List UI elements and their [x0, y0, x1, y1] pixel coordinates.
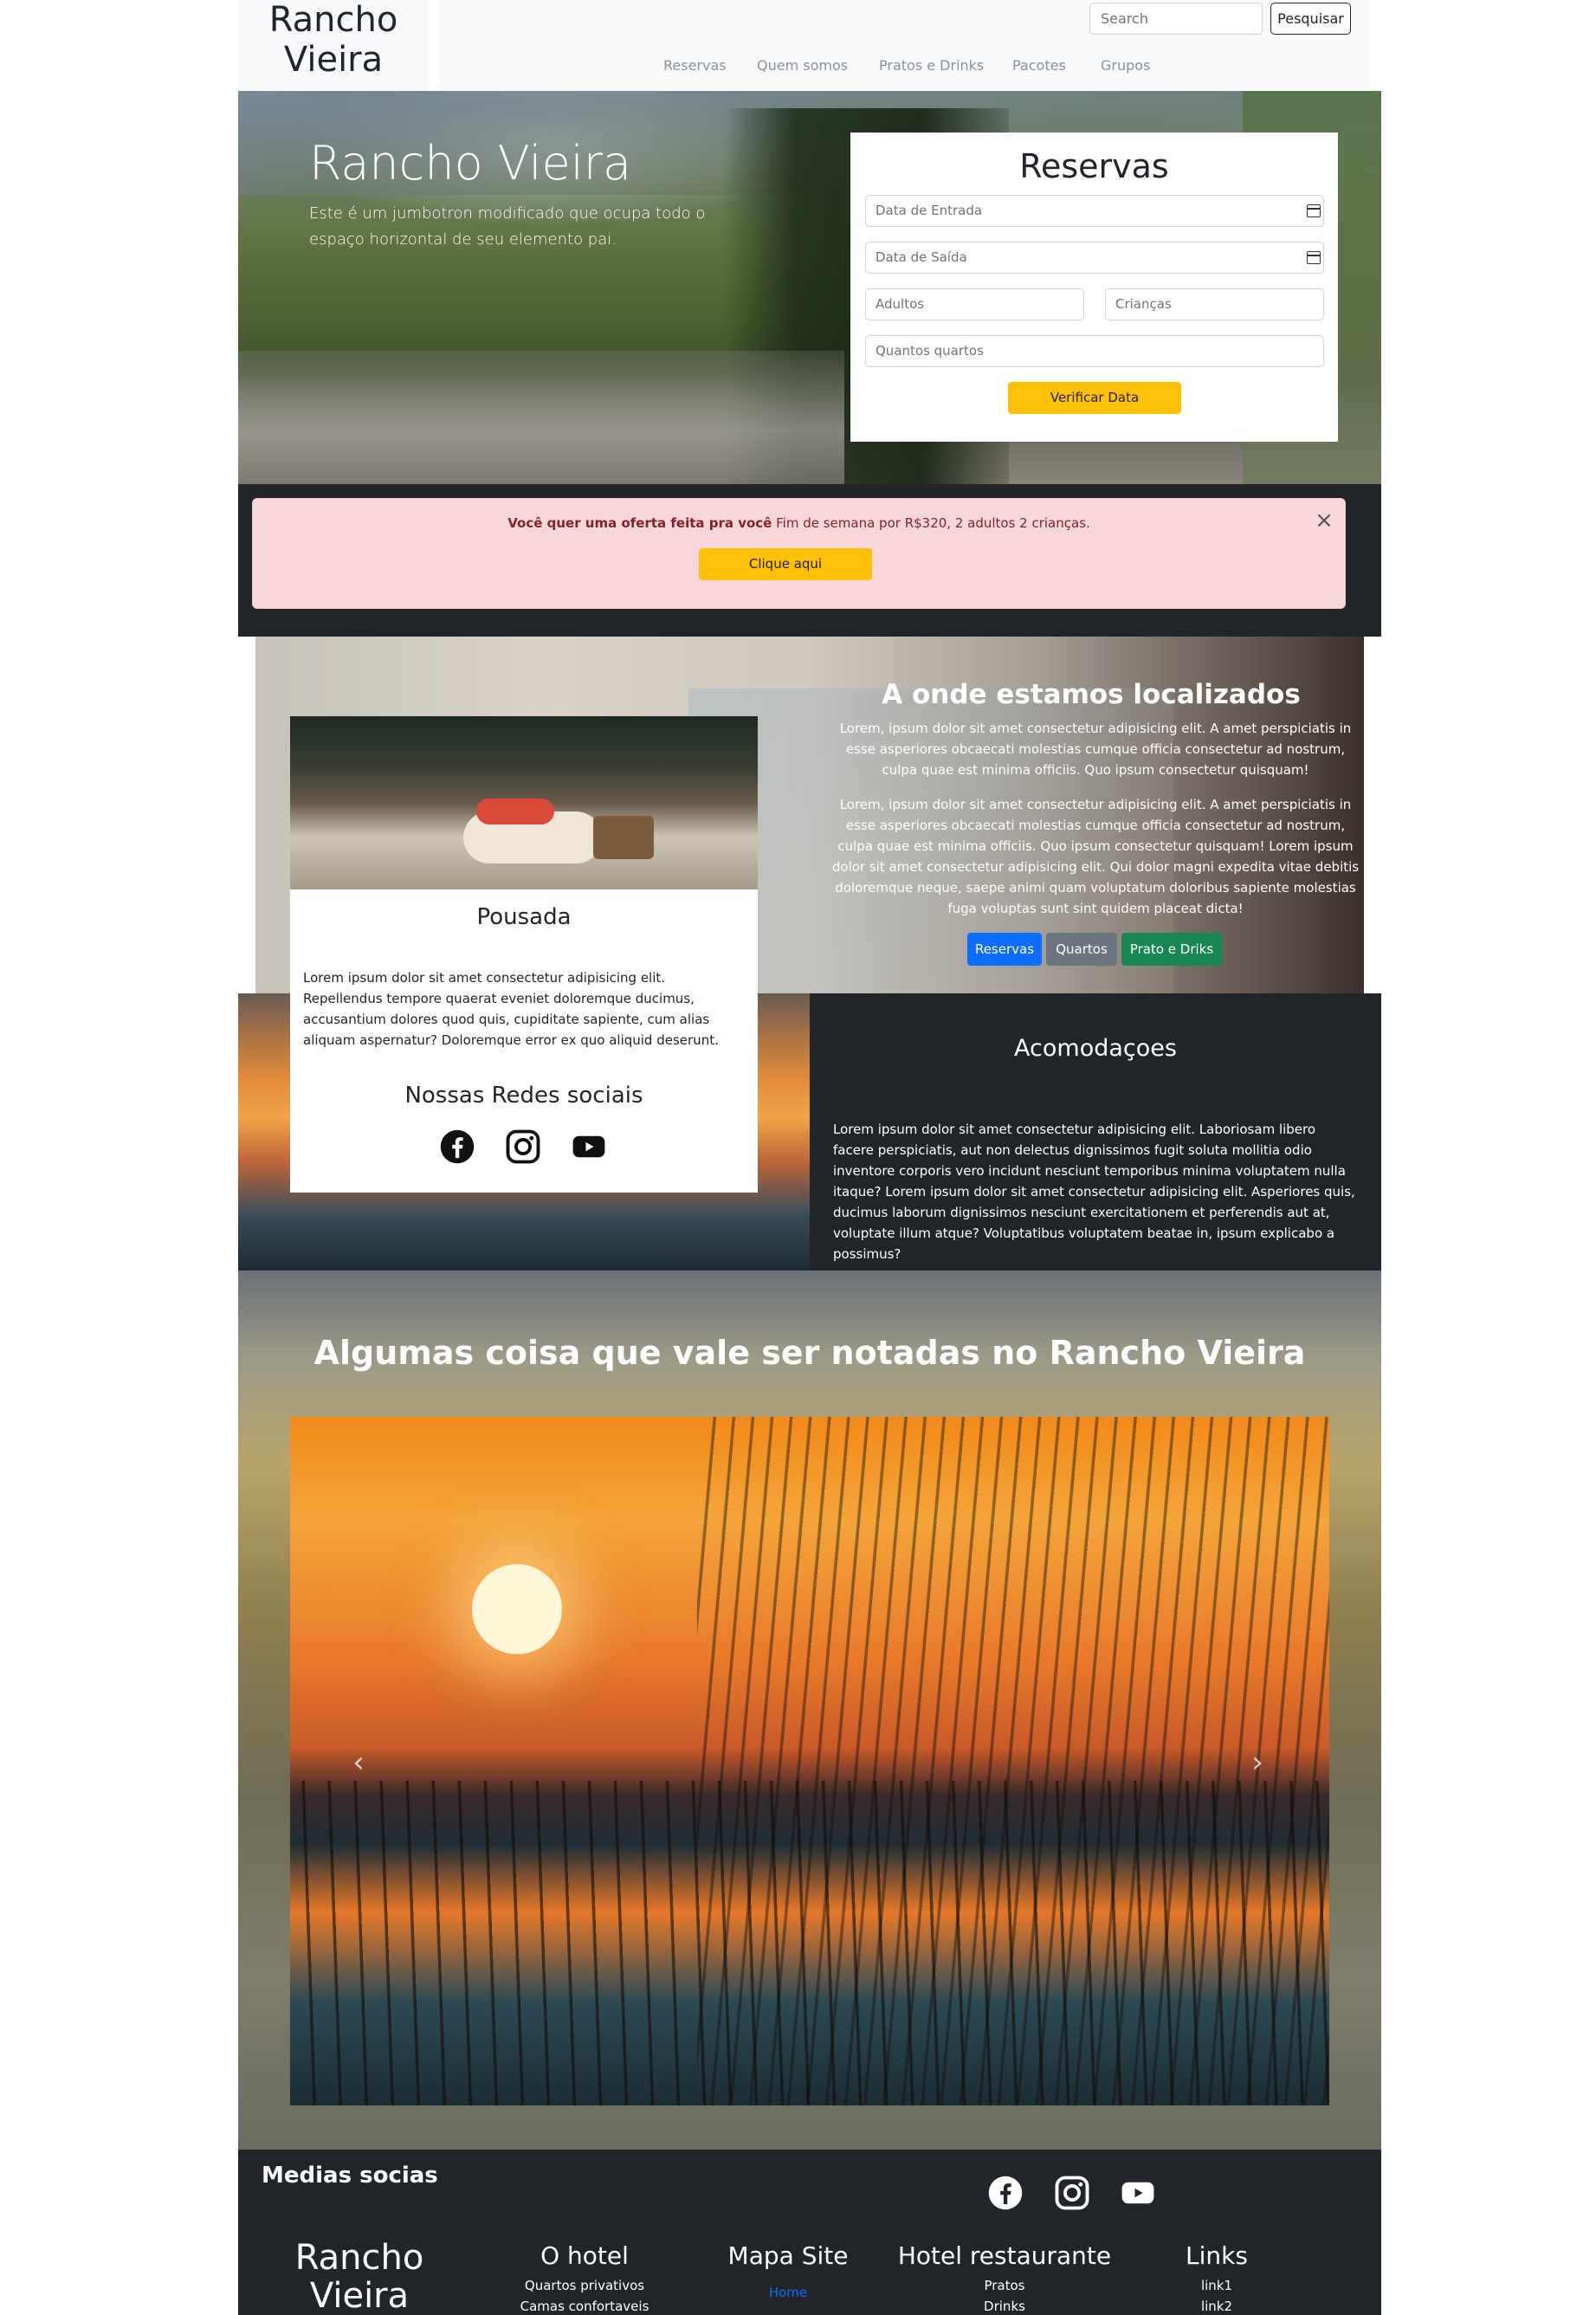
location-reservas-button[interactable]: Reservas	[967, 933, 1042, 966]
spa-flower-image	[476, 799, 554, 824]
facebook-icon[interactable]	[439, 1128, 475, 1165]
youtube-icon[interactable]	[571, 1128, 607, 1165]
check-out-date-input[interactable]: Data de Saída	[865, 242, 1324, 274]
reservation-title: Reservas	[1019, 147, 1169, 185]
hero-rocks-image	[238, 351, 844, 484]
youtube-icon[interactable]	[1120, 2175, 1156, 2211]
adults-placeholder: Adultos	[876, 296, 925, 312]
pousada-card-image	[290, 716, 758, 889]
check-in-date-input[interactable]: Data de Entrada	[865, 195, 1324, 227]
accommodation-title: Acomodaçoes	[1014, 1035, 1177, 1062]
nav-link-grupos[interactable]: Grupos	[1101, 57, 1150, 74]
gallery-title: Algumas coisa que vale ser notadas no Ra…	[313, 1334, 1306, 1372]
footer-col-links-title: Links	[1186, 2241, 1248, 2270]
search-button[interactable]: Pesquisar	[1270, 3, 1351, 35]
instagram-icon[interactable]	[505, 1128, 541, 1165]
children-placeholder: Crianças	[1115, 296, 1172, 312]
footer-restaurant-item[interactable]: Drinks	[896, 2296, 1113, 2315]
footer-hotel-item[interactable]: Camas confortaveis	[494, 2296, 675, 2315]
offer-alert-detail: Fim de semana por R$320, 2 adultos 2 cri…	[772, 515, 1090, 531]
footer-restaurant-item[interactable]: Pratos	[896, 2275, 1113, 2296]
nav-link-pacotes[interactable]: Pacotes	[1012, 57, 1066, 74]
rooms-placeholder: Quantos quartos	[876, 343, 984, 359]
nav-link-pratos-drinks[interactable]: Pratos e Drinks	[879, 57, 984, 74]
check-in-placeholder: Data de Entrada	[876, 203, 983, 218]
close-icon[interactable]: ×	[1315, 509, 1334, 532]
carousel-reeds-foreground	[290, 1781, 1329, 2105]
children-input[interactable]: Crianças	[1105, 288, 1324, 320]
location-pratos-button[interactable]: Prato e Driks	[1121, 933, 1222, 966]
rooms-input[interactable]: Quantos quartos	[865, 335, 1324, 367]
social-networks-title: Nossas Redes sociais	[404, 1083, 643, 1109]
nav-link-reservas[interactable]: Reservas	[663, 57, 727, 74]
footer-hotel-item[interactable]: Quartos privativos	[494, 2275, 675, 2296]
offer-alert-text: Você quer uma oferta feita pra você Fim …	[252, 515, 1346, 531]
footer-col-restaurant-title: Hotel restaurante	[897, 2241, 1112, 2270]
footer-col-hotel-title: O hotel	[540, 2241, 629, 2270]
brand-divider	[429, 0, 439, 91]
accommodation-text: Lorem ipsum dolor sit amet consectetur a…	[833, 1122, 1355, 1262]
facebook-icon[interactable]	[987, 2175, 1024, 2211]
pousada-card-title: Pousada	[476, 904, 572, 930]
brand-line-1: Rancho	[268, 0, 398, 40]
search-input[interactable]: Search	[1089, 3, 1263, 35]
location-quartos-button[interactable]: Quartos	[1046, 933, 1117, 966]
calendar-icon[interactable]	[1307, 251, 1321, 264]
brand-logo[interactable]: Rancho Vieira	[238, 0, 429, 91]
instagram-icon[interactable]	[1054, 2175, 1090, 2211]
brand-line-2: Vieira	[283, 40, 384, 80]
location-title: A onde estamos localizados	[882, 679, 1301, 710]
nav-link-quem-somos[interactable]: Quem somos	[757, 57, 848, 74]
adults-input[interactable]: Adultos	[865, 288, 1084, 320]
footer-link-item[interactable]: link1	[1156, 2275, 1277, 2296]
carousel-sun-image	[472, 1564, 562, 1654]
location-paragraph-2: Lorem, ipsum dolor sit amet consectetur …	[831, 797, 1360, 916]
location-paragraph-1: Lorem, ipsum dolor sit amet consectetur …	[839, 721, 1352, 778]
footer-brand-line-2: Vieira	[309, 2276, 410, 2315]
footer-brand-line-1: Rancho	[294, 2238, 424, 2278]
footer-medias-title: Medias socias	[262, 2163, 438, 2189]
calendar-icon[interactable]	[1307, 204, 1321, 217]
footer-sitemap-home-link[interactable]: Home	[706, 2282, 870, 2303]
offer-alert-bold: Você quer uma oferta feita pra você	[507, 515, 772, 531]
hero-subtitle: Este é um jumbotron modificado que ocupa…	[309, 204, 706, 249]
footer-link-item[interactable]: link2	[1156, 2296, 1277, 2315]
footer-brand[interactable]: Rancho Vieira	[277, 2239, 442, 2315]
carousel-next-button[interactable]: ›	[1244, 1745, 1270, 1780]
hero-title: Rancho Vieira	[309, 136, 632, 191]
carousel-prev-button[interactable]: ‹	[346, 1745, 372, 1780]
offer-click-button[interactable]: Clique aqui	[699, 548, 872, 580]
check-availability-button[interactable]: Verificar Data	[1008, 382, 1181, 414]
check-out-placeholder: Data de Saída	[876, 249, 967, 265]
pousada-card-text: Lorem ipsum dolor sit amet consectetur a…	[303, 970, 719, 1048]
image-carousel[interactable]	[290, 1417, 1329, 2105]
spa-bowl-image	[593, 816, 654, 859]
footer-col-sitemap-title: Mapa Site	[727, 2241, 849, 2270]
